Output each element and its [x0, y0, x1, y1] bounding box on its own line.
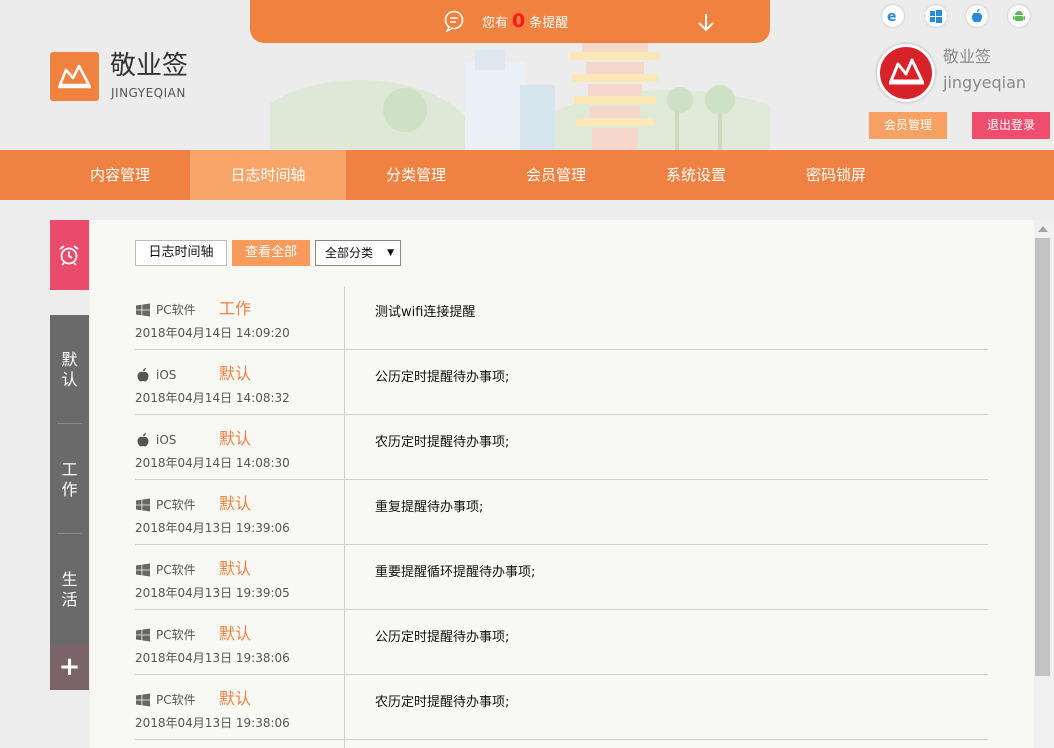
- log-platform: PC软件: [156, 628, 196, 642]
- logo-mark-icon: [58, 64, 91, 89]
- log-content[interactable]: 公历定时提醒待办事项;: [375, 369, 509, 387]
- avatar[interactable]: [877, 44, 935, 102]
- log-row[interactable]: iOS 默认 2018年04月14日 14:08:30 农历定时提醒待办事项;: [135, 415, 988, 480]
- side-tab-life-label: 生活: [61, 570, 78, 609]
- brand-name: 敬业签: [110, 51, 189, 81]
- windows-icon: [135, 302, 151, 318]
- log-platform: PC软件: [156, 498, 196, 512]
- log-time: 2018年04月13日 19:38:06: [135, 651, 290, 665]
- user-name-cn: 敬业签: [943, 47, 992, 66]
- member-management-button[interactable]: 会员管理: [869, 112, 947, 139]
- notice-suffix: 条提醒: [529, 16, 569, 31]
- reminder-notice-bar[interactable]: 您有 0 条提醒: [250, 0, 770, 43]
- side-tab-default[interactable]: 默认: [50, 350, 89, 390]
- nav-item-settings[interactable]: 系统设置: [626, 150, 766, 200]
- side-tab-work-label: 工作: [61, 460, 78, 499]
- log-content[interactable]: 农历定时提醒待办事项;: [375, 694, 509, 712]
- svg-text:e: e: [887, 9, 897, 24]
- log-time: 2018年04月14日 14:08:32: [135, 391, 290, 405]
- apple-icon: [135, 432, 151, 448]
- log-time: 2018年04月13日 19:38:06: [135, 716, 290, 730]
- log-platform: PC软件: [156, 693, 196, 707]
- timeline-button[interactable]: 日志时间轴: [135, 240, 227, 266]
- log-row[interactable]: PC软件 默认 2018年04月13日 19:39:06 重复提醒待办事项;: [135, 480, 988, 545]
- header: 您有 0 条提醒 敬业签 JINGYEQIAN e 敬业签 jingyeqian 会…: [0, 0, 1054, 150]
- nav-item-category[interactable]: 分类管理: [346, 150, 486, 200]
- log-time: 2018年04月13日 19:39:05: [135, 586, 290, 600]
- chat-bubble-icon: [444, 10, 464, 32]
- notice-text: 您有 0 条提醒: [482, 10, 568, 35]
- windows-icon: [135, 497, 151, 513]
- user-name-en: jingyeqian: [943, 73, 1027, 92]
- windows-icon: [135, 692, 151, 708]
- log-content[interactable]: 重要提醒循环提醒待办事项;: [375, 564, 535, 582]
- reminder-count: 0: [512, 10, 526, 32]
- view-all-button[interactable]: 查看全部: [232, 240, 310, 266]
- log-row[interactable]: iOS 默认 2018年04月14日 14:08:32 公历定时提醒待办事项;: [135, 350, 988, 415]
- log-platform: PC软件: [156, 303, 196, 317]
- windows-icon: [135, 562, 151, 578]
- log-platform: iOS: [156, 433, 177, 447]
- log-platform: PC软件: [156, 563, 196, 577]
- side-tab-work[interactable]: 工作: [50, 460, 89, 500]
- log-category[interactable]: 默认: [219, 494, 251, 514]
- log-content[interactable]: 重复提醒待办事项;: [375, 499, 483, 517]
- side-tab-reminder[interactable]: [50, 220, 89, 290]
- scroll-up-icon[interactable]: [1038, 226, 1048, 232]
- main-nav: 内容管理 日志时间轴 分类管理 会员管理 系统设置 密码锁屏: [0, 150, 1054, 200]
- windows-icon[interactable]: [925, 5, 947, 27]
- log-content[interactable]: 测试wifi连接提醒: [375, 304, 475, 322]
- log-category[interactable]: 默认: [219, 364, 251, 384]
- caret-down-icon: ▼: [387, 248, 394, 258]
- log-content[interactable]: 公历定时提醒待办事项;: [375, 629, 509, 647]
- arrow-down-icon[interactable]: [696, 11, 716, 33]
- log-time: 2018年04月14日 14:09:20: [135, 326, 290, 340]
- nav-item-lock[interactable]: 密码锁屏: [766, 150, 906, 200]
- log-category[interactable]: 默认: [219, 429, 251, 449]
- windows-icon: [135, 627, 151, 643]
- alarm-clock-icon: [59, 245, 79, 266]
- apple-icon[interactable]: [966, 5, 988, 27]
- logo[interactable]: [50, 52, 99, 101]
- log-row[interactable]: PC软件 默认 2018年04月13日 19:39:05 重要提醒循环提醒待办事项;: [135, 545, 988, 610]
- log-time: 2018年04月14日 14:08:30: [135, 456, 290, 470]
- log-category[interactable]: 默认: [219, 559, 251, 579]
- log-category[interactable]: 默认: [219, 689, 251, 709]
- timeline-panel: 日志时间轴 查看全部 全部分类 ▼ PC软件 工作 2018年04月14日 14:0…: [90, 220, 1034, 748]
- log-content[interactable]: 农历定时提醒待办事项;: [375, 434, 509, 452]
- notice-prefix: 您有: [482, 16, 509, 31]
- scrollbar-thumb[interactable]: [1035, 238, 1050, 676]
- side-divider: [57, 423, 82, 424]
- side-category-tabs: 默认 工作 生活: [50, 315, 89, 645]
- nav-item-timeline[interactable]: 日志时间轴: [190, 150, 346, 200]
- logout-button[interactable]: 退出登录: [972, 112, 1050, 139]
- category-select-value: 全部分类: [325, 246, 374, 260]
- category-select[interactable]: 全部分类 ▼: [315, 240, 401, 266]
- avatar-logo-icon: [889, 58, 924, 85]
- side-tab-life[interactable]: 生活: [50, 570, 89, 610]
- add-category-button[interactable]: +: [50, 645, 89, 690]
- apple-icon: [135, 367, 151, 383]
- side-divider: [57, 533, 82, 534]
- log-row[interactable]: PC软件 默认 2018年04月13日 19:38:06 公历定时提醒待办事项;: [135, 610, 988, 675]
- brand-name-en: JINGYEQIAN: [111, 86, 186, 100]
- nav-item-content[interactable]: 内容管理: [50, 150, 190, 200]
- ie-icon[interactable]: e: [882, 5, 904, 27]
- log-category[interactable]: 默认: [219, 624, 251, 644]
- log-row[interactable]: PC软件 默认 2018年04月13日 19:38:06 农历定时提醒待办事项;: [135, 675, 988, 740]
- side-tab-default-label: 默认: [61, 350, 78, 389]
- log-category[interactable]: 工作: [219, 299, 251, 319]
- scrollbar[interactable]: [1034, 220, 1054, 748]
- log-time: 2018年04月13日 19:39:06: [135, 521, 290, 535]
- log-row[interactable]: PC软件 工作 2018年04月14日 14:09:20 测试wifi连接提醒: [135, 285, 988, 350]
- nav-item-member[interactable]: 会员管理: [486, 150, 626, 200]
- android-icon[interactable]: [1008, 5, 1030, 27]
- log-platform: iOS: [156, 368, 177, 382]
